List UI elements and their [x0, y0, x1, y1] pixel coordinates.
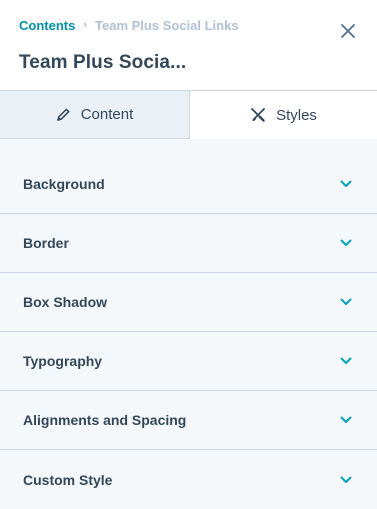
- section-label: Typography: [23, 353, 103, 369]
- page-title: Team Plus Socia...: [19, 52, 187, 73]
- section-label: Custom Style: [23, 471, 113, 488]
- section-label: Border: [23, 235, 69, 251]
- chevron-down-icon: [339, 475, 353, 485]
- section-background[interactable]: Background: [0, 155, 377, 214]
- tab-bar: Content Styles: [0, 90, 377, 139]
- section-custom-style[interactable]: Custom Style: [0, 450, 377, 509]
- pencil-icon: [56, 108, 70, 121]
- tab-content[interactable]: Content: [0, 90, 190, 139]
- section-label: Background: [23, 176, 105, 192]
- close-icon: [341, 24, 355, 38]
- chevron-down-icon: [339, 238, 353, 248]
- panel-header: Contents › Team Plus Social Links Team P…: [0, 0, 377, 90]
- tab-content-label: Content: [80, 106, 134, 123]
- chevron-down-icon: [339, 356, 353, 366]
- chevron-down-icon: [339, 179, 353, 189]
- breadcrumb-contents-link[interactable]: Contents: [19, 18, 75, 33]
- section-alignments-and-spacing[interactable]: Alignments and Spacing: [0, 391, 377, 450]
- section-typography[interactable]: Typography: [0, 332, 377, 391]
- section-box-shadow[interactable]: Box Shadow: [0, 273, 377, 332]
- brush-icon: [251, 108, 265, 122]
- breadcrumb: Contents › Team Plus Social Links: [19, 17, 239, 33]
- chevron-down-icon: [339, 297, 353, 307]
- breadcrumb-current: Team Plus Social Links: [95, 17, 239, 33]
- style-sections-list: Background Border Box Shadow Typography …: [0, 155, 377, 509]
- section-border[interactable]: Border: [0, 214, 377, 273]
- section-label: Alignments and Spacing: [23, 412, 187, 428]
- tab-styles[interactable]: Styles: [190, 90, 377, 139]
- breadcrumb-separator-icon: ›: [83, 19, 88, 31]
- tab-styles-label: Styles: [276, 106, 317, 124]
- section-label: Box Shadow: [23, 294, 108, 310]
- chevron-down-icon: [339, 415, 353, 425]
- close-button[interactable]: [338, 21, 358, 41]
